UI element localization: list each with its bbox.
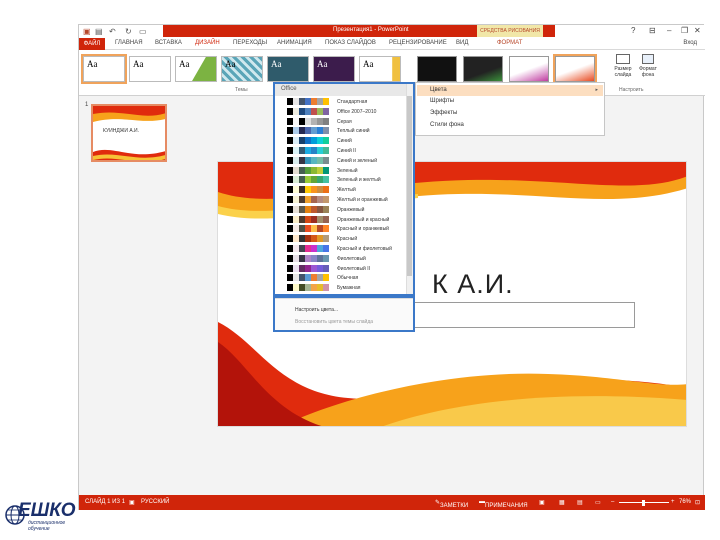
language-indicator[interactable]: РУССКИЙ <box>141 499 169 505</box>
tab-design[interactable]: ДИЗАЙН <box>195 40 220 46</box>
customize-group-label: Настроить <box>619 87 644 93</box>
tab-review[interactable]: РЕЦЕНЗИРОВАНИЕ <box>389 40 447 46</box>
menu-item-effects-label: Эффекты <box>430 110 458 116</box>
slide-size-button[interactable]: Размер слайда <box>612 54 634 78</box>
thumb-background-art <box>93 106 165 160</box>
subtitle-placeholder[interactable] <box>413 302 635 328</box>
menu-item-fonts-label: Шрифты <box>430 98 455 104</box>
slide-thumbnail[interactable]: КУИНДЖИ А.И. <box>91 104 167 162</box>
tab-home[interactable]: ГЛАВНАЯ <box>115 40 143 46</box>
variant-thumbnail[interactable] <box>463 56 503 82</box>
powerpoint-logo-icon: ▣ <box>83 27 91 36</box>
thumbnail-title: КУИНДЖИ А.И. <box>103 128 140 134</box>
thumbnail-pane: 1 КУИНДЖИ А.И. <box>79 96 199 496</box>
eshko-logo: ЕШКО дистанционное обучение <box>4 500 80 536</box>
format-background-icon <box>642 54 654 64</box>
comments-label: ПРИМЕЧАНИЯ <box>485 503 528 509</box>
menu-item-effects[interactable]: Эффекты <box>430 110 457 116</box>
notes-label: ЗАМЕТКИ <box>440 503 469 509</box>
zoom-slider-thumb[interactable] <box>642 500 645 506</box>
variants-menu: Цвета ▸ Шрифты Эффекты Стили фона <box>415 82 605 136</box>
theme-thumbnail[interactable]: Aa <box>313 56 355 82</box>
theme-thumbnail[interactable]: Aa <box>267 56 309 82</box>
minimize-button[interactable]: – <box>667 26 671 35</box>
menu-item-fonts[interactable]: Шрифты <box>430 98 454 104</box>
theme-thumbnail[interactable]: Aa <box>81 54 127 84</box>
zoom-out-icon[interactable]: – <box>611 499 614 505</box>
theme-thumbnail[interactable]: Aa <box>221 56 263 82</box>
fit-slide-icon[interactable]: ⊡ <box>695 499 700 506</box>
tab-transitions[interactable]: ПЕРЕХОДЫ <box>233 40 267 46</box>
start-slideshow-icon[interactable]: ▭ <box>139 27 147 36</box>
format-background-button[interactable]: Формат фона <box>636 54 660 78</box>
highlight-frame <box>273 296 415 332</box>
slide-size-icon <box>616 54 630 64</box>
signin-link[interactable]: Вход <box>683 40 697 46</box>
menu-item-background-styles[interactable]: Стили фона <box>430 122 464 128</box>
themes-group-label: Темы <box>235 87 248 93</box>
ribbon-display-icon[interactable]: ⊟ <box>649 26 656 35</box>
slide-count: СЛАЙД 1 ИЗ 1 <box>85 499 126 505</box>
tab-view[interactable]: ВИД <box>456 40 468 46</box>
spellcheck-icon[interactable]: ▣ <box>129 499 135 506</box>
tab-slideshow[interactable]: ПОКАЗ СЛАЙДОВ <box>325 40 376 46</box>
theme-thumbnail[interactable]: Aa <box>359 56 401 82</box>
drawing-tools-header: СРЕДСТВА РИСОВАНИЯ <box>477 25 543 37</box>
highlight-frame <box>273 82 415 296</box>
tab-file[interactable]: ФАЙЛ <box>79 38 105 50</box>
logo-name: ЕШКО <box>18 500 76 521</box>
slide-sorter-icon[interactable]: ▦ <box>559 499 565 506</box>
comments-button[interactable]: ▬ ПРИМЕЧАНИЯ <box>479 499 528 509</box>
undo-icon[interactable]: ↶ <box>109 27 116 36</box>
variant-thumbnail[interactable] <box>509 56 549 82</box>
slideshow-view-icon[interactable]: ▭ <box>595 499 601 506</box>
theme-thumbnail[interactable]: Aa <box>129 56 171 82</box>
normal-view-icon[interactable]: ▣ <box>539 499 545 506</box>
restore-button[interactable]: ❐ <box>681 26 688 35</box>
redo-icon[interactable]: ↻ <box>125 27 132 36</box>
zoom-level[interactable]: 76% <box>679 499 691 505</box>
ribbon-tabs: ФАЙЛ ГЛАВНАЯ ВСТАВКА ДИЗАЙН ПЕРЕХОДЫ АНИ… <box>79 38 705 50</box>
menu-item-colors-label: Цвета <box>430 87 447 93</box>
reading-view-icon[interactable]: ▤ <box>577 499 583 506</box>
logo-tagline-2: обучение <box>28 526 50 532</box>
menu-item-background-styles-label: Стили фона <box>430 122 464 128</box>
title-bar: ▣ ▤ ↶ ↻ ▭ Презентация1 - PowerPoint СРЕД… <box>79 25 705 39</box>
tab-format[interactable]: ФОРМАТ <box>497 40 522 46</box>
window-title: Презентация1 - PowerPoint <box>333 27 409 33</box>
theme-thumbnail[interactable]: Aa <box>175 56 217 82</box>
close-button[interactable]: ✕ <box>694 26 701 35</box>
save-icon[interactable]: ▤ <box>95 27 103 36</box>
status-bar: СЛАЙД 1 ИЗ 1 ▣ РУССКИЙ ✎ ЗАМЕТКИ ▬ ПРИМЕ… <box>79 495 705 510</box>
slide-title[interactable]: К А.И. <box>432 269 514 300</box>
zoom-in-icon[interactable]: + <box>671 499 675 505</box>
submenu-arrow-icon: ▸ <box>595 87 598 93</box>
tab-insert[interactable]: ВСТАВКА <box>155 40 182 46</box>
notes-button[interactable]: ✎ ЗАМЕТКИ <box>435 499 468 509</box>
help-icon[interactable]: ? <box>631 26 635 35</box>
slide-number: 1 <box>85 102 89 108</box>
variant-thumbnail[interactable] <box>417 56 457 82</box>
slide-size-label: Размер слайда <box>614 66 632 78</box>
menu-item-colors[interactable]: Цвета ▸ <box>417 85 603 96</box>
powerpoint-window: ▣ ▤ ↶ ↻ ▭ Презентация1 - PowerPoint СРЕД… <box>78 24 705 510</box>
tab-animation[interactable]: АНИМАЦИЯ <box>277 40 312 46</box>
format-background-label: Формат фона <box>639 66 657 78</box>
variant-thumbnail[interactable] <box>553 54 597 84</box>
